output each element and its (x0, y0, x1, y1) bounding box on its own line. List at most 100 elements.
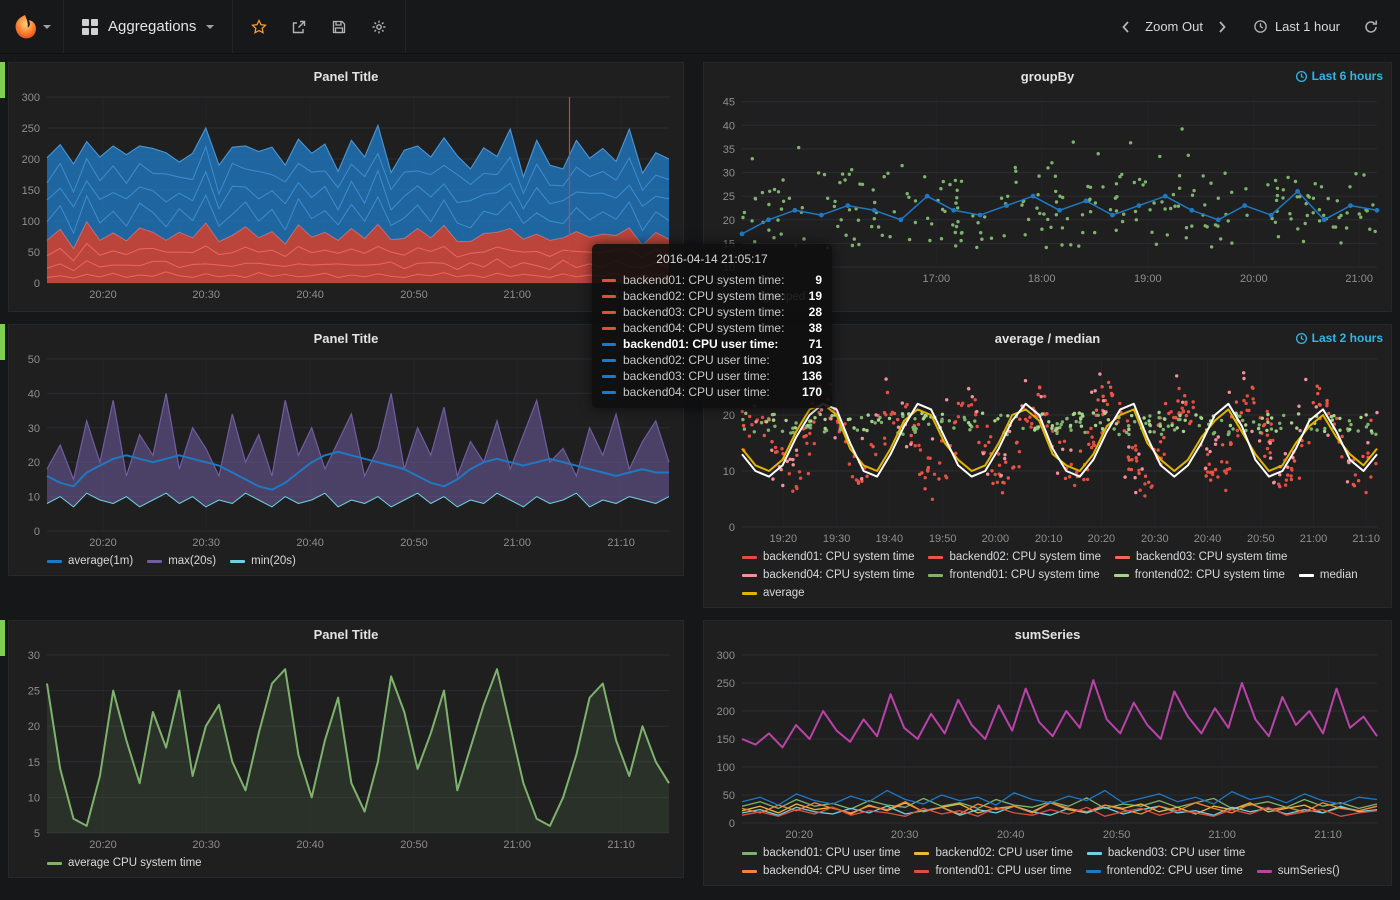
legend-item[interactable]: backend03: CPU system time (1115, 549, 1287, 565)
panel-header[interactable]: Panel Title (9, 621, 683, 647)
legend-item[interactable]: average(1m) (47, 553, 133, 569)
svg-text:20: 20 (723, 410, 735, 422)
svg-text:0: 0 (729, 522, 735, 534)
legend-swatch-icon (47, 862, 62, 865)
legend-swatch-icon (1115, 556, 1130, 559)
graph-tooltip: 2016-04-14 21:05:17 backend01: CPU syste… (592, 244, 832, 408)
svg-text:20: 20 (28, 721, 40, 733)
panel-title[interactable]: Panel Title (314, 627, 379, 642)
legend-item[interactable]: backend03: CPU user time (1087, 845, 1245, 861)
legend-item[interactable]: min(20s) (230, 553, 296, 569)
chart-area[interactable]: 20:2020:3020:4020:5021:0021:100501001502… (9, 89, 683, 303)
panel-sumseries: sumSeries 20:2020:3020:4020:5021:0021:10… (703, 620, 1392, 886)
legend-item[interactable]: frontend02: CPU user time (1086, 863, 1243, 879)
tooltip-row: backend02: CPU user time:103 (602, 352, 822, 368)
legend (9, 303, 683, 311)
legend-label: backend03: CPU user time (1108, 845, 1245, 861)
svg-text:21:00: 21:00 (1345, 273, 1373, 285)
svg-text:20:30: 20:30 (192, 289, 220, 301)
series-color-icon (602, 311, 616, 314)
svg-text:20:50: 20:50 (1247, 533, 1275, 545)
row-collapse-handle[interactable] (0, 324, 5, 360)
legend-item[interactable]: backend04: CPU user time (742, 863, 900, 879)
series-color-icon (602, 359, 616, 362)
zoom-out-button[interactable]: Zoom Out (1145, 19, 1203, 34)
chart-area[interactable]: 20:2020:3020:4020:5021:0021:105101520253… (9, 647, 683, 853)
legend-swatch-icon (1299, 574, 1314, 577)
legend-item[interactable]: max(20s) (147, 553, 216, 569)
svg-text:150: 150 (22, 185, 40, 197)
svg-text:21:10: 21:10 (607, 839, 635, 851)
series-color-icon (602, 343, 616, 346)
legend-swatch-icon (914, 870, 929, 873)
legend-item[interactable]: frontend01: CPU user time (914, 863, 1071, 879)
chevron-right-icon (1214, 19, 1230, 35)
legend-label: backend01: CPU user time (763, 845, 900, 861)
svg-text:21:00: 21:00 (1300, 533, 1328, 545)
legend-swatch-icon (47, 560, 62, 563)
svg-text:21:00: 21:00 (1208, 829, 1236, 841)
legend-item[interactable]: backend01: CPU user time (742, 845, 900, 861)
star-button[interactable] (241, 9, 277, 45)
legend-label: average (763, 585, 805, 601)
chart-area[interactable]: 20:2020:3020:4020:5021:0021:100501001502… (704, 647, 1391, 843)
share-button[interactable] (281, 9, 317, 45)
svg-text:100: 100 (717, 762, 735, 774)
svg-text:21:10: 21:10 (1352, 533, 1380, 545)
panel-header[interactable]: Panel Title (9, 325, 683, 351)
row-collapse-handle[interactable] (0, 620, 5, 656)
legend-label: backend04: CPU system time (763, 567, 914, 583)
svg-text:300: 300 (22, 92, 40, 104)
time-override-badge: Last 6 hours (1295, 69, 1383, 83)
panel-header[interactable]: Panel Title (9, 63, 683, 89)
row-collapse-handle[interactable] (0, 62, 5, 98)
legend-label: frontend01: CPU user time (935, 863, 1071, 879)
legend-item[interactable]: median (1299, 567, 1358, 583)
legend-item[interactable]: backend04: CPU system time (742, 567, 914, 583)
svg-text:50: 50 (28, 247, 40, 259)
grafana-logo-menu[interactable] (0, 0, 64, 53)
star-icon (251, 19, 267, 35)
legend-label: average CPU system time (68, 855, 202, 871)
clock-icon (1295, 332, 1308, 345)
save-button[interactable] (321, 9, 357, 45)
svg-text:20:40: 20:40 (1194, 533, 1222, 545)
svg-text:19:30: 19:30 (823, 533, 851, 545)
legend-label: frontend01: CPU system time (949, 567, 1099, 583)
svg-text:20:50: 20:50 (400, 289, 428, 301)
panel-header[interactable]: sumSeries (704, 621, 1391, 647)
panel-title[interactable]: groupBy (1021, 69, 1074, 84)
legend-label: backend02: CPU system time (949, 549, 1100, 565)
legend-item[interactable]: backend01: CPU system time (742, 549, 914, 565)
panel-title[interactable]: Panel Title (314, 331, 379, 346)
panel-header[interactable]: groupBy Last 6 hours (704, 63, 1391, 89)
time-back-button[interactable] (1113, 9, 1139, 45)
time-forward-button[interactable] (1209, 9, 1235, 45)
chart-area[interactable]: 20:2020:3020:4020:5021:0021:100102030405… (9, 351, 683, 551)
settings-button[interactable] (361, 9, 397, 45)
legend-item[interactable]: average (742, 585, 805, 601)
legend-item[interactable]: sumSeries() (1257, 863, 1340, 879)
svg-text:20:30: 20:30 (192, 839, 220, 851)
legend-swatch-icon (742, 574, 757, 577)
legend-item[interactable]: average CPU system time (47, 855, 202, 871)
panel-title[interactable]: Panel Title (314, 69, 379, 84)
svg-text:20:20: 20:20 (89, 289, 117, 301)
legend-swatch-icon (147, 560, 162, 563)
refresh-button[interactable] (1358, 9, 1384, 45)
legend-item[interactable]: backend02: CPU user time (914, 845, 1072, 861)
legend-label: average(1m) (68, 553, 133, 569)
panel-title[interactable]: sumSeries (1015, 627, 1081, 642)
dashboard-picker[interactable]: Aggregations (64, 0, 233, 53)
panel-title[interactable]: average / median (995, 331, 1101, 346)
svg-text:150: 150 (717, 734, 735, 746)
legend-item[interactable]: frontend01: CPU system time (928, 567, 1099, 583)
svg-text:30: 30 (28, 423, 40, 435)
svg-text:17:00: 17:00 (923, 273, 951, 285)
legend-item[interactable]: backend02: CPU system time (928, 549, 1100, 565)
panel-stacked-cpu: Panel Title 20:2020:3020:4020:5021:0021:… (8, 62, 684, 312)
legend-item[interactable]: frontend02: CPU system time (1114, 567, 1285, 583)
svg-text:20:40: 20:40 (296, 839, 324, 851)
time-range-picker[interactable]: Last 1 hour (1241, 19, 1352, 34)
svg-text:20: 20 (723, 215, 735, 227)
